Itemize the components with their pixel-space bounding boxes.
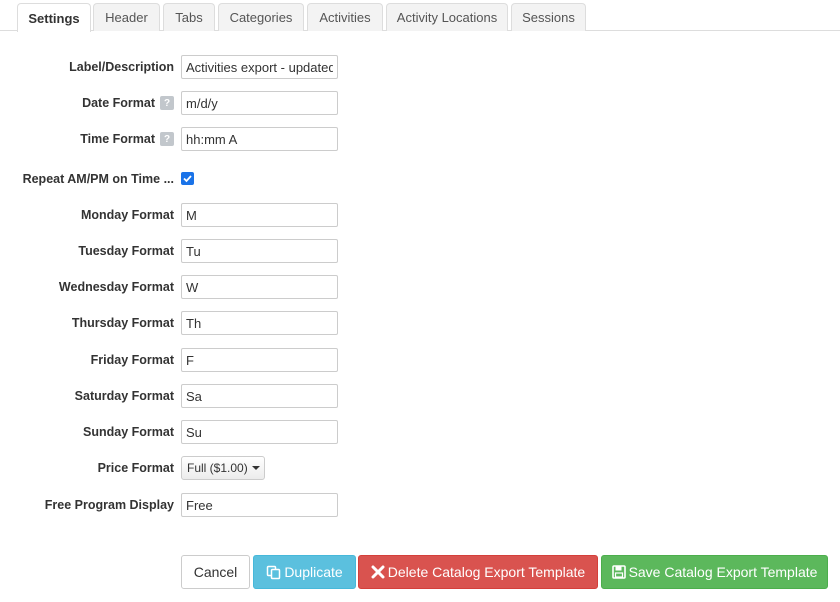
tab-bar: Settings Header Tabs Categories Activiti…: [0, 0, 840, 32]
saturday-format-input[interactable]: [181, 384, 338, 408]
date-format-input[interactable]: [181, 91, 338, 115]
label-description-label: Label/Description: [69, 55, 174, 79]
duplicate-button-label: Duplicate: [284, 564, 343, 580]
caret-down-icon: [251, 466, 260, 470]
form-row-tuesday: Tuesday Format: [0, 239, 840, 263]
save-template-button-label: Save Catalog Export Template: [628, 564, 818, 580]
date-format-text: Date Format: [82, 96, 155, 110]
saturday-format-label: Saturday Format: [75, 384, 174, 408]
sunday-format-input[interactable]: [181, 420, 338, 444]
monday-format-input[interactable]: [181, 203, 338, 227]
time-format-label: Time Format ?: [80, 127, 174, 151]
price-format-select[interactable]: Full ($1.00): [181, 456, 265, 480]
form-row-price-format: Price Format Full ($1.00): [0, 456, 840, 480]
form-row-monday: Monday Format: [0, 203, 840, 227]
form-row-sunday: Sunday Format: [0, 420, 840, 444]
question-icon[interactable]: ?: [160, 96, 174, 110]
floppy-disk-icon: [611, 565, 626, 579]
time-format-input[interactable]: [181, 127, 338, 151]
tuesday-format-text: Tuesday Format: [78, 244, 174, 258]
delete-template-button[interactable]: Delete Catalog Export Template: [358, 555, 598, 589]
repeat-ampm-label: Repeat AM/PM on Time ...: [23, 167, 174, 191]
delete-template-button-label: Delete Catalog Export Template: [387, 564, 586, 580]
price-format-selected: Full ($1.00): [187, 461, 248, 475]
form-row-date-format: Date Format ?: [0, 91, 840, 115]
duplicate-button[interactable]: Duplicate: [253, 555, 356, 589]
wednesday-format-text: Wednesday Format: [58, 280, 174, 294]
sunday-format-label: Sunday Format: [83, 420, 174, 444]
save-template-button[interactable]: Save Catalog Export Template: [601, 555, 828, 589]
tab-tabs[interactable]: Tabs: [163, 3, 215, 31]
friday-format-label: Friday Format: [91, 348, 174, 372]
label-description-text: Label/Description: [69, 60, 174, 74]
monday-format-label: Monday Format: [81, 203, 174, 227]
tuesday-format-label: Tuesday Format: [78, 239, 174, 263]
tab-categories[interactable]: Categories: [218, 3, 304, 31]
price-format-label: Price Format: [98, 456, 174, 480]
form-row-wednesday: Wednesday Format: [0, 275, 840, 299]
thursday-format-label: Thursday Format: [72, 311, 174, 335]
tab-activity-locations[interactable]: Activity Locations: [386, 3, 508, 31]
saturday-format-text: Saturday Format: [74, 389, 174, 403]
price-format-text: Price Format: [97, 461, 174, 475]
wednesday-format-label: Wednesday Format: [59, 275, 174, 299]
x-icon: [371, 565, 385, 579]
monday-format-text: Monday Format: [80, 208, 174, 222]
form-row-friday: Friday Format: [0, 348, 840, 372]
tuesday-format-input[interactable]: [181, 239, 338, 263]
form-row-repeat-ampm: Repeat AM/PM on Time ...: [0, 167, 840, 191]
free-program-text: Free Program Display: [44, 498, 174, 512]
time-format-text: Time Format: [80, 132, 155, 146]
checkmark-icon: [183, 175, 192, 183]
date-format-label: Date Format ?: [82, 91, 174, 115]
label-description-input[interactable]: [181, 55, 338, 79]
form-row-time-format: Time Format ?: [0, 127, 840, 151]
cancel-button-label: Cancel: [193, 564, 238, 580]
wednesday-format-input[interactable]: [181, 275, 338, 299]
friday-format-text: Friday Format: [90, 353, 174, 367]
free-program-input[interactable]: [181, 493, 338, 517]
cancel-button[interactable]: Cancel: [181, 555, 250, 589]
thursday-format-input[interactable]: [181, 311, 338, 335]
copy-icon: [267, 565, 281, 579]
form-row-free-program: Free Program Display: [0, 493, 840, 517]
thursday-format-text: Thursday Format: [71, 316, 174, 330]
tab-activities[interactable]: Activities: [307, 3, 383, 31]
tab-header[interactable]: Header: [93, 3, 160, 31]
form-row-label-description: Label/Description: [0, 55, 840, 79]
form-row-saturday: Saturday Format: [0, 384, 840, 408]
repeat-ampm-checkbox[interactable]: [181, 172, 194, 185]
form-row-thursday: Thursday Format: [0, 311, 840, 335]
tab-settings[interactable]: Settings: [17, 3, 91, 32]
friday-format-input[interactable]: [181, 348, 338, 372]
repeat-ampm-text: Repeat AM/PM on Time ...: [22, 172, 174, 186]
tab-sessions[interactable]: Sessions: [511, 3, 586, 31]
free-program-label: Free Program Display: [45, 493, 174, 517]
question-icon[interactable]: ?: [160, 132, 174, 146]
sunday-format-text: Sunday Format: [83, 425, 174, 439]
